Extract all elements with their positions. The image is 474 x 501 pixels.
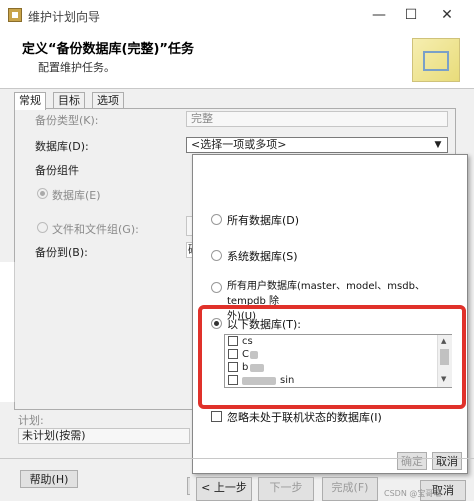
popup-cancel-button[interactable]: 取消 [432, 452, 462, 470]
window-title: 维护计划向导 [28, 10, 101, 24]
tab-general[interactable]: 常规 [14, 92, 46, 110]
title-bar: 维护计划向导 — ☐ ✕ [0, 0, 474, 30]
background-log-strip [0, 262, 15, 402]
finish-button[interactable]: 完成(F) [322, 477, 378, 501]
radio-files-filegroups[interactable] [37, 222, 48, 233]
schedule-label: 计划: [18, 414, 44, 427]
help-button[interactable]: 帮助(H) [20, 470, 78, 488]
radio-user-databases[interactable] [211, 282, 222, 293]
wizard-app-icon [8, 8, 22, 22]
page-subtitle: 配置维护任务。 [38, 61, 115, 74]
database-label: 数据库(D): [35, 140, 89, 153]
ignore-offline-label: 忽略未处于联机状态的数据库(I) [227, 411, 382, 424]
header-illustration-icon [412, 38, 460, 82]
tab-options[interactable]: 选项 [92, 92, 124, 109]
backup-type-label: 备份类型(K): [35, 114, 99, 127]
ignore-offline-checkbox[interactable] [211, 411, 222, 422]
page-title: 定义“备份数据库(完整)”任务 [22, 42, 194, 57]
radio-files-label: 文件和文件组(G): [52, 223, 139, 236]
tab-destination[interactable]: 目标 [53, 92, 85, 109]
radio-all-databases[interactable] [211, 214, 222, 225]
radio-system-databases-label: 系统数据库(S) [227, 250, 298, 263]
watermark: CSDN @宝哥嘻 [384, 489, 442, 498]
backup-component-label: 备份组件 [35, 164, 79, 177]
radio-system-databases[interactable] [211, 250, 222, 261]
chevron-down-icon[interactable]: ▼ [431, 138, 445, 152]
database-select[interactable]: <选择一项或多项> ▼ [186, 137, 448, 153]
next-button[interactable]: 下一步 [258, 477, 314, 501]
close-button[interactable]: ✕ [428, 0, 466, 30]
backup-to-label: 备份到(B): [35, 246, 88, 259]
back-button-edge[interactable] [187, 477, 190, 495]
wizard-header: 定义“备份数据库(完整)”任务 配置维护任务。 [0, 30, 474, 89]
back-button[interactable]: < 上一步 [196, 477, 252, 501]
schedule-field: 未计划(按需) [18, 428, 190, 444]
footer-divider [0, 458, 474, 459]
backup-type-value: 完整 [191, 112, 213, 125]
schedule-value: 未计划(按需) [22, 429, 86, 442]
radio-user-databases-label-line1: 所有用户数据库(master、model、msdb、tempdb 除 [227, 281, 425, 307]
backup-type-select[interactable]: 完整 [186, 111, 448, 127]
radio-database-label: 数据库(E) [52, 189, 101, 202]
database-select-value: <选择一项或多项> [191, 138, 287, 151]
radio-all-databases-label: 所有数据库(D) [227, 214, 300, 227]
popup-ok-button[interactable]: 确定 [397, 452, 427, 470]
radio-database[interactable] [37, 188, 48, 199]
maximize-button[interactable]: ☐ [392, 0, 430, 30]
red-highlight-annotation [198, 305, 466, 409]
